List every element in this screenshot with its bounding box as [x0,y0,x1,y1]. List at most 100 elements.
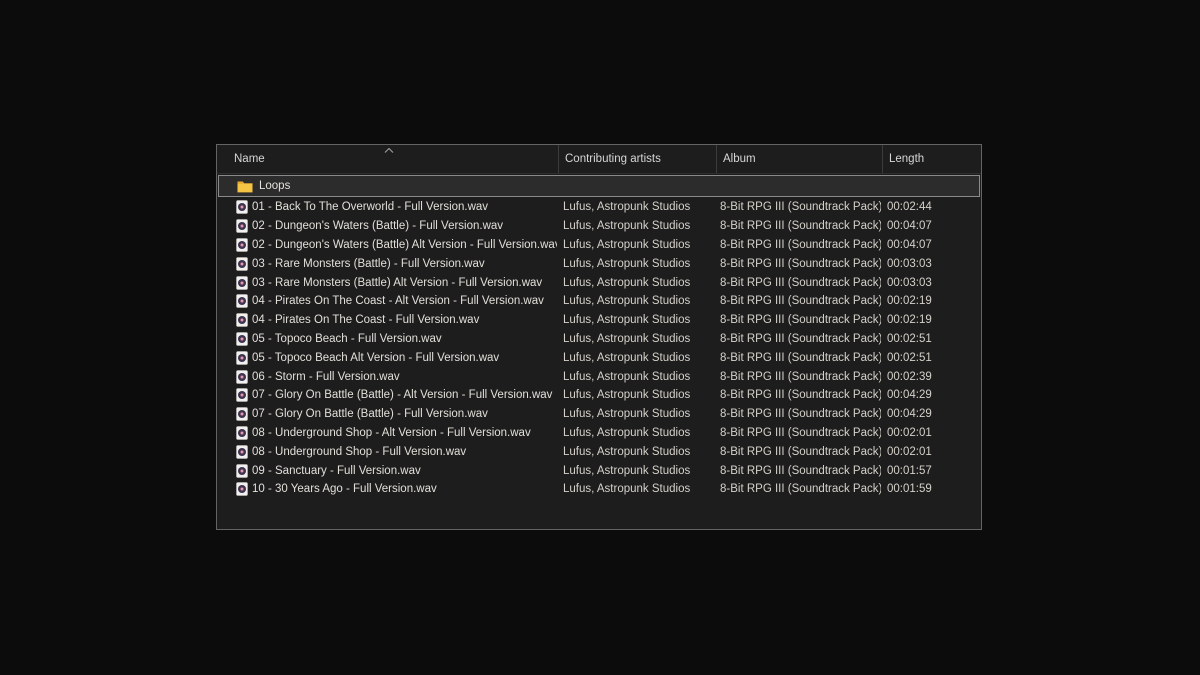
table-row[interactable]: 05 - Topoco Beach - Full Version.wav Luf… [217,330,981,349]
file-name-text: 06 - Storm - Full Version.wav [252,371,400,383]
file-length-cell: 00:04:29 [881,389,981,401]
file-artist-cell: Lufus, Astropunk Studios [557,239,715,251]
file-artist-cell: Lufus, Astropunk Studios [557,201,715,213]
audio-file-icon [236,276,248,290]
column-header-row: Name Contributing artists Album Length [217,145,981,174]
file-album-cell: 8-Bit RPG III (Soundtrack Pack) [715,239,881,251]
file-name-cell: 05 - Topoco Beach - Full Version.wav [217,332,557,346]
file-name-cell: 04 - Pirates On The Coast - Alt Version … [217,294,557,308]
file-album-cell: 8-Bit RPG III (Soundtrack Pack) [715,389,881,401]
audio-file-icon [236,313,248,327]
file-name-cell: 04 - Pirates On The Coast - Full Version… [217,313,557,327]
file-artist-cell: Lufus, Astropunk Studios [557,314,715,326]
audio-file-icon [236,482,248,496]
audio-file-icon [236,351,248,365]
file-name-text: 08 - Underground Shop - Full Version.wav [252,446,466,458]
table-row[interactable]: 02 - Dungeon's Waters (Battle) Alt Versi… [217,236,981,255]
audio-file-icon [236,219,248,233]
file-album-cell: 8-Bit RPG III (Soundtrack Pack) [715,483,881,495]
file-name-text: 04 - Pirates On The Coast - Alt Version … [252,295,544,307]
table-row[interactable]: 04 - Pirates On The Coast - Full Version… [217,311,981,330]
file-artist-cell: Lufus, Astropunk Studios [557,483,715,495]
folder-row-label: Loops [259,180,290,192]
file-name-cell: 01 - Back To The Overworld - Full Versio… [217,200,557,214]
file-name-cell: 09 - Sanctuary - Full Version.wav [217,464,557,478]
file-length-cell: 00:02:19 [881,295,981,307]
table-row[interactable]: 03 - Rare Monsters (Battle) Alt Version … [217,273,981,292]
audio-file-icon [236,238,248,252]
file-album-cell: 8-Bit RPG III (Soundtrack Pack) [715,465,881,477]
table-row[interactable]: 01 - Back To The Overworld - Full Versio… [217,198,981,217]
audio-file-icon [236,445,248,459]
column-header-contributing-artists[interactable]: Contributing artists [558,145,716,173]
file-artist-cell: Lufus, Astropunk Studios [557,333,715,345]
file-length-cell: 00:02:39 [881,371,981,383]
file-album-cell: 8-Bit RPG III (Soundtrack Pack) [715,371,881,383]
file-length-cell: 00:02:01 [881,446,981,458]
audio-file-icon [236,200,248,214]
folder-row-loops[interactable]: Loops [218,175,980,197]
file-length-cell: 00:02:19 [881,314,981,326]
table-row[interactable]: 08 - Underground Shop - Full Version.wav… [217,442,981,461]
file-list: 01 - Back To The Overworld - Full Versio… [217,198,981,499]
file-name-text: 03 - Rare Monsters (Battle) - Full Versi… [252,258,485,270]
file-name-text: 01 - Back To The Overworld - Full Versio… [252,201,488,213]
file-name-cell: 02 - Dungeon's Waters (Battle) - Full Ve… [217,219,557,233]
table-row[interactable]: 08 - Underground Shop - Alt Version - Fu… [217,424,981,443]
column-header-album[interactable]: Album [716,145,882,173]
file-artist-cell: Lufus, Astropunk Studios [557,408,715,420]
file-length-cell: 00:02:51 [881,333,981,345]
file-artist-cell: Lufus, Astropunk Studios [557,446,715,458]
file-length-cell: 00:02:51 [881,352,981,364]
file-name-cell: 10 - 30 Years Ago - Full Version.wav [217,482,557,496]
file-name-cell: 07 - Glory On Battle (Battle) - Alt Vers… [217,388,557,402]
table-row[interactable]: 03 - Rare Monsters (Battle) - Full Versi… [217,254,981,273]
file-album-cell: 8-Bit RPG III (Soundtrack Pack) [715,427,881,439]
file-name-text: 09 - Sanctuary - Full Version.wav [252,465,421,477]
file-artist-cell: Lufus, Astropunk Studios [557,352,715,364]
file-name-cell: 08 - Underground Shop - Alt Version - Fu… [217,426,557,440]
file-explorer-window: Name Contributing artists Album Length L… [216,144,982,530]
file-album-cell: 8-Bit RPG III (Soundtrack Pack) [715,277,881,289]
audio-file-icon [236,464,248,478]
file-artist-cell: Lufus, Astropunk Studios [557,277,715,289]
table-row[interactable]: 07 - Glory On Battle (Battle) - Full Ver… [217,405,981,424]
audio-file-icon [236,426,248,440]
file-name-cell: 06 - Storm - Full Version.wav [217,370,557,384]
folder-icon [237,180,253,193]
table-row[interactable]: 09 - Sanctuary - Full Version.wav Lufus,… [217,461,981,480]
file-name-text: 07 - Glory On Battle (Battle) - Full Ver… [252,408,488,420]
file-name-text: 10 - 30 Years Ago - Full Version.wav [252,483,437,495]
file-name-cell: 07 - Glory On Battle (Battle) - Full Ver… [217,407,557,421]
file-artist-cell: Lufus, Astropunk Studios [557,258,715,270]
file-artist-cell: Lufus, Astropunk Studios [557,220,715,232]
audio-file-icon [236,294,248,308]
file-length-cell: 00:04:07 [881,239,981,251]
table-row[interactable]: 10 - 30 Years Ago - Full Version.wav Luf… [217,480,981,499]
file-length-cell: 00:04:29 [881,408,981,420]
file-artist-cell: Lufus, Astropunk Studios [557,295,715,307]
file-name-text: 05 - Topoco Beach - Full Version.wav [252,333,442,345]
file-name-text: 04 - Pirates On The Coast - Full Version… [252,314,479,326]
file-name-cell: 05 - Topoco Beach Alt Version - Full Ver… [217,351,557,365]
table-row[interactable]: 02 - Dungeon's Waters (Battle) - Full Ve… [217,217,981,236]
column-header-length[interactable]: Length [882,145,981,173]
file-length-cell: 00:01:59 [881,483,981,495]
file-artist-cell: Lufus, Astropunk Studios [557,427,715,439]
file-album-cell: 8-Bit RPG III (Soundtrack Pack) [715,333,881,345]
sort-ascending-chevron-up-icon [383,147,395,153]
file-artist-cell: Lufus, Astropunk Studios [557,465,715,477]
table-row[interactable]: 04 - Pirates On The Coast - Alt Version … [217,292,981,311]
table-row[interactable]: 05 - Topoco Beach Alt Version - Full Ver… [217,348,981,367]
file-album-cell: 8-Bit RPG III (Soundtrack Pack) [715,408,881,420]
file-length-cell: 00:01:57 [881,465,981,477]
audio-file-icon [236,370,248,384]
file-length-cell: 00:04:07 [881,220,981,232]
table-row[interactable]: 06 - Storm - Full Version.wav Lufus, Ast… [217,367,981,386]
audio-file-icon [236,332,248,346]
file-length-cell: 00:03:03 [881,258,981,270]
file-album-cell: 8-Bit RPG III (Soundtrack Pack) [715,295,881,307]
file-name-text: 05 - Topoco Beach Alt Version - Full Ver… [252,352,499,364]
file-length-cell: 00:03:03 [881,277,981,289]
table-row[interactable]: 07 - Glory On Battle (Battle) - Alt Vers… [217,386,981,405]
